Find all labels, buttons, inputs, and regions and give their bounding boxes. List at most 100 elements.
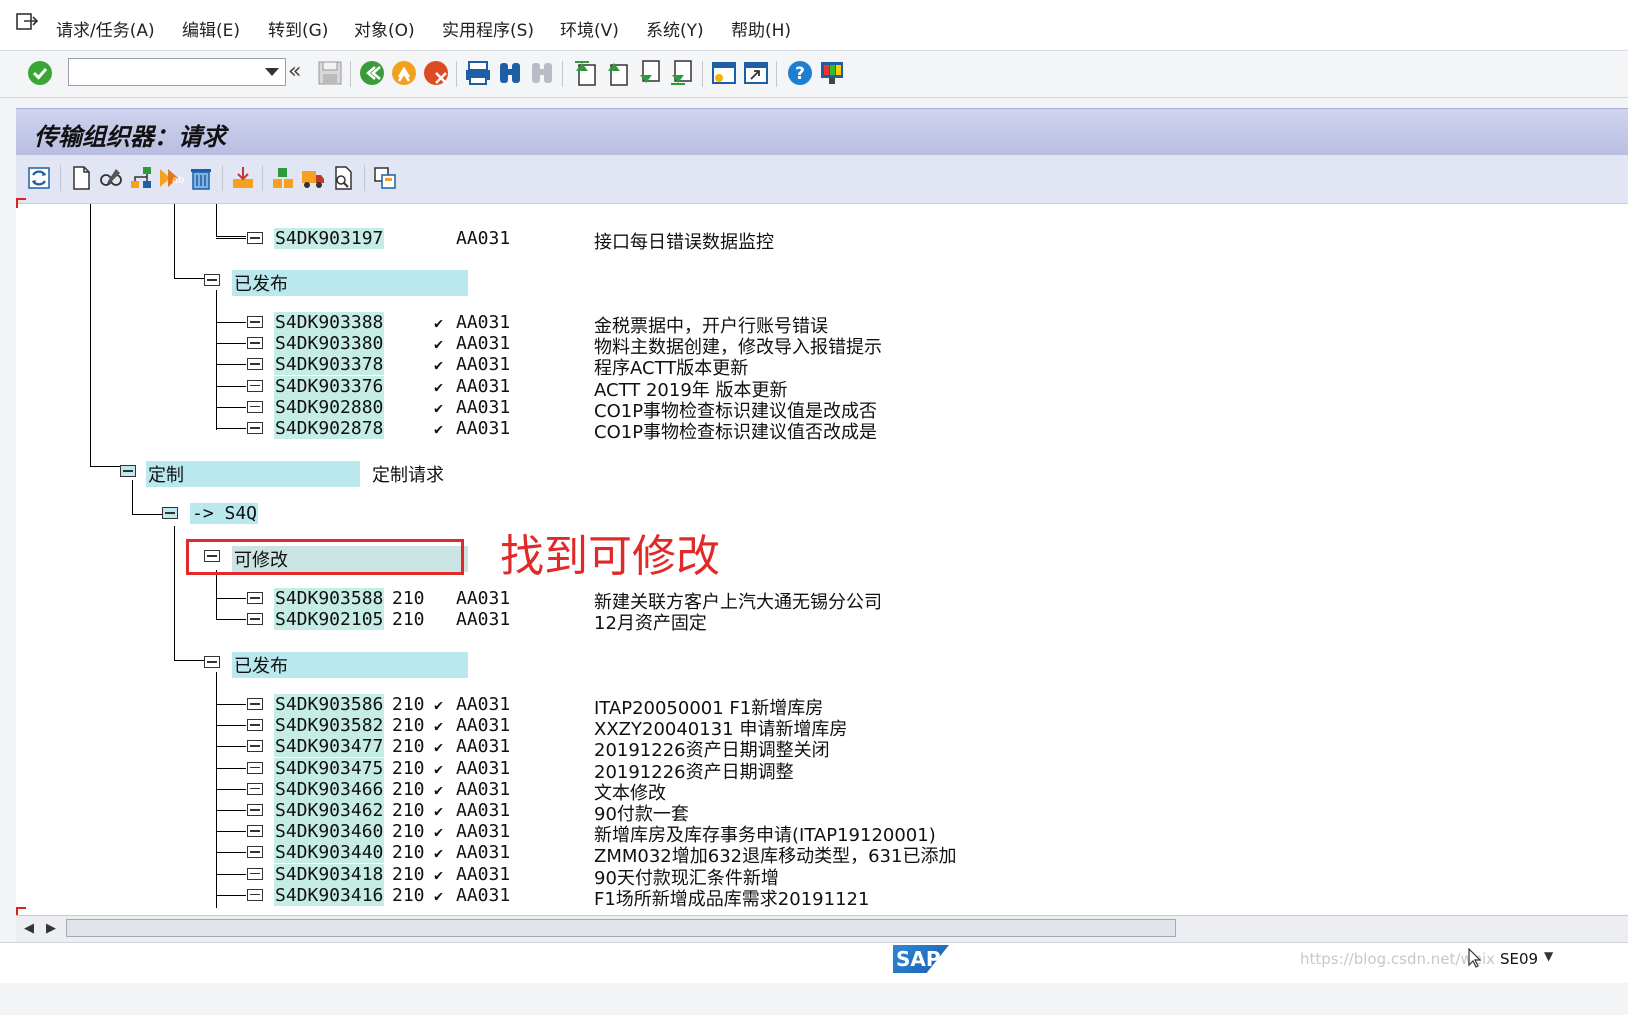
chevron-down-icon[interactable] [265, 68, 279, 76]
horizontal-scrollbar[interactable]: ◀ ▶ [16, 915, 1628, 942]
request-id[interactable]: S4DK903380 [274, 333, 385, 355]
list-item[interactable]: S4DK902880 ✔ AA031 CO1P事物检查标识建议值是改成否 [16, 396, 1116, 422]
menu-request-task[interactable]: 请求/任务(A) [56, 16, 155, 41]
list-item[interactable]: S4DK903376 ✔ AA031 ACTT 2019年 版本更新 [16, 375, 1116, 401]
hierarchy-icon[interactable] [128, 165, 154, 191]
folder-icon[interactable] [247, 337, 263, 350]
list-item[interactable]: S4DK903440 210 ✔ AA031 ZMM032增加632退库移动类型，631… [16, 842, 1116, 867]
request-id[interactable]: S4DK903462 [274, 800, 385, 821]
customize-layout-icon[interactable] [818, 59, 846, 87]
folder-icon[interactable] [247, 761, 263, 774]
new-session-icon[interactable] [710, 59, 738, 87]
folder-icon[interactable] [247, 846, 263, 859]
request-id[interactable]: S4DK903440 [274, 842, 385, 864]
exit-orange-icon[interactable] [390, 59, 418, 87]
request-id[interactable]: S4DK903460 [274, 821, 385, 843]
list-item[interactable]: S4DK903378 ✔ AA031 程序ACTT版本更新 [16, 354, 1116, 379]
menu-help[interactable]: 帮助(H) [731, 16, 791, 41]
menu-utilities[interactable]: 实用程序(S) [442, 16, 534, 41]
folder-icon[interactable] [247, 867, 263, 880]
request-id[interactable]: S4DK903418 [274, 863, 385, 885]
request-id[interactable]: S4DK903416 [274, 884, 385, 906]
list-item[interactable]: S4DK903460 210 ✔ AA031 新增库房及库存事务申请(ITAP19120… [16, 821, 1116, 846]
folder-icon[interactable] [247, 400, 263, 413]
request-id[interactable]: S4DK903466 [274, 778, 385, 800]
release-icon[interactable]: ab [158, 165, 184, 191]
request-id[interactable]: S4DK903588 [274, 588, 385, 609]
request-id[interactable]: S4DK903378 [274, 354, 385, 376]
folder-icon[interactable] [247, 358, 263, 371]
object-list-icon[interactable] [270, 165, 296, 191]
folder-icon[interactable] [247, 782, 263, 795]
menu-object[interactable]: 对象(O) [354, 16, 415, 41]
folder-icon[interactable] [247, 232, 263, 244]
delete-icon[interactable] [188, 165, 214, 191]
first-page-icon[interactable] [572, 59, 600, 87]
list-item[interactable]: S4DK903466 210 ✔ AA031 文本修改 [16, 778, 1116, 804]
request-id[interactable]: S4DK903582 [274, 715, 385, 737]
list-item[interactable]: S4DK903475 210 ✔ AA031 20191226资产日期调整 [16, 757, 1116, 783]
request-id[interactable]: S4DK903376 [274, 375, 385, 397]
list-item[interactable]: S4DK902105 210 AA031 12月资产固定 [16, 609, 1116, 634]
tree-node-released[interactable]: 已发布 [16, 270, 716, 296]
prev-page-icon[interactable] [604, 59, 632, 87]
request-id[interactable]: S4DK902105 [274, 609, 385, 631]
exit-icon[interactable] [16, 12, 38, 32]
folder-icon[interactable] [247, 719, 263, 732]
folder-icon[interactable] [162, 507, 178, 519]
menu-edit[interactable]: 编辑(E) [182, 16, 240, 41]
list-item[interactable]: S4DK903588 210 AA031 新建关联方客户上汽大通无锡分公司 [16, 588, 1116, 613]
scroll-thumb[interactable] [66, 919, 1176, 937]
scroll-right-icon[interactable]: ▶ [46, 921, 56, 936]
find-next-icon[interactable] [528, 59, 556, 87]
request-id[interactable]: S4DK902880 [274, 396, 385, 418]
folder-icon[interactable] [247, 316, 263, 328]
request-id[interactable]: S4DK903197 [274, 228, 385, 249]
copy-icon[interactable] [372, 165, 398, 191]
menu-environment[interactable]: 环境(V) [560, 16, 619, 41]
folder-icon[interactable] [247, 592, 263, 604]
cancel-red-icon[interactable] [422, 59, 450, 87]
list-item[interactable]: S4DK903197 AA031 接口每日错误数据监控 [16, 228, 1016, 253]
print-icon[interactable] [464, 59, 492, 87]
list-item[interactable]: S4DK902878 ✔ AA031 CO1P事物检查标识建议值否改成是 [16, 418, 1116, 443]
folder-icon[interactable] [247, 740, 263, 753]
chevron-down-icon[interactable]: ▼ [1544, 949, 1553, 963]
shortcut-icon[interactable] [742, 59, 770, 87]
collapse-icon[interactable]: « [288, 59, 301, 84]
display-change-icon[interactable] [98, 165, 124, 191]
list-item[interactable]: S4DK903380 ✔ AA031 物料主数据创建，修改导入报错提示 [16, 333, 1116, 358]
menu-goto[interactable]: 转到(G) [268, 16, 328, 41]
enter-icon[interactable] [26, 59, 54, 87]
refresh-icon[interactable] [26, 165, 52, 191]
import-icon[interactable] [230, 165, 256, 191]
menu-system[interactable]: 系统(Y) [646, 16, 704, 41]
back-icon[interactable] [358, 59, 386, 87]
tree-node-released[interactable]: 已发布 [16, 652, 716, 678]
create-icon[interactable] [68, 165, 94, 191]
find-icon[interactable] [496, 59, 524, 87]
log-icon[interactable] [330, 165, 356, 191]
command-field[interactable] [68, 58, 286, 86]
folder-icon[interactable] [247, 613, 263, 626]
list-item[interactable]: S4DK903416 210 ✔ AA031 F1场所新增成品库需求20191121 [16, 884, 1116, 910]
list-item[interactable]: S4DK903477 210 ✔ AA031 20191226资产日期调整关闭 [16, 736, 1116, 761]
folder-icon[interactable] [120, 465, 136, 477]
scroll-left-icon[interactable]: ◀ [24, 921, 34, 936]
tree-node-customizing[interactable]: 定制 定制请求 [16, 461, 716, 487]
folder-icon[interactable] [247, 698, 263, 710]
last-page-icon[interactable] [668, 59, 696, 87]
help-icon[interactable]: ? [786, 59, 814, 87]
list-item[interactable]: S4DK903388 ✔ AA031 金税票据中，开户行账号错误 [16, 312, 1116, 337]
request-id[interactable]: S4DK903477 [274, 736, 385, 758]
request-id[interactable]: S4DK902878 [274, 418, 385, 439]
folder-icon[interactable] [204, 274, 220, 286]
request-id[interactable]: S4DK903475 [274, 757, 385, 779]
folder-icon[interactable] [247, 379, 263, 392]
folder-icon[interactable] [247, 422, 263, 434]
folder-icon[interactable] [247, 825, 263, 838]
folder-icon[interactable] [247, 888, 263, 901]
next-page-icon[interactable] [636, 59, 664, 87]
request-id[interactable]: S4DK903586 [274, 694, 385, 715]
request-id[interactable]: S4DK903388 [274, 312, 385, 333]
